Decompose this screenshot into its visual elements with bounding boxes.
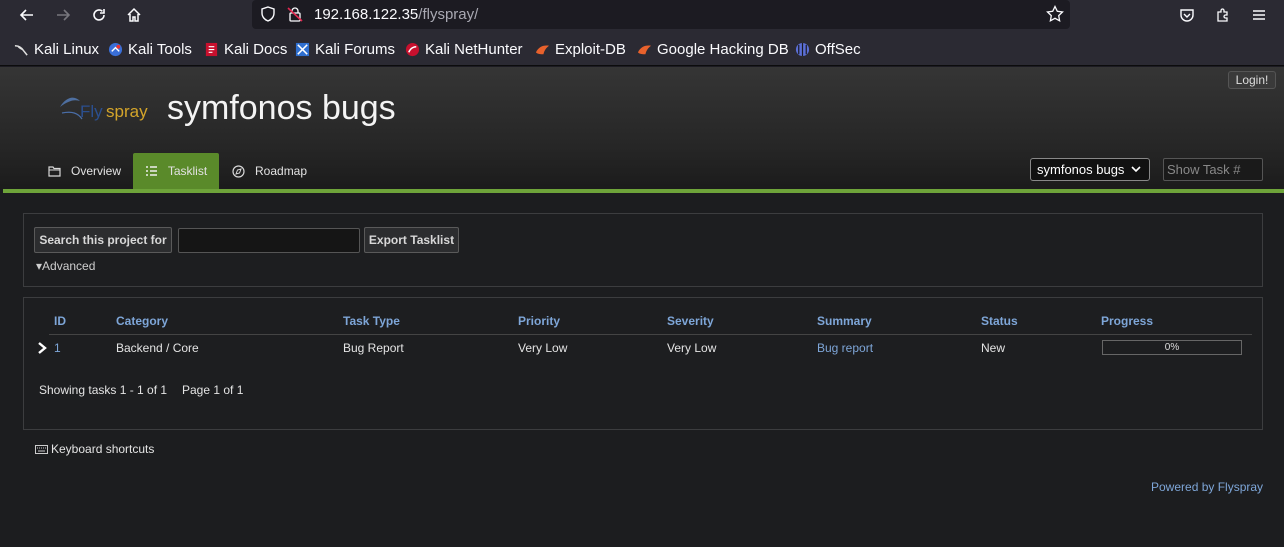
task-summary-link[interactable]: Bug report bbox=[817, 341, 873, 355]
bookmarks-bar: Kali Linux Kali Tools Kali Docs Kali For… bbox=[0, 30, 1284, 66]
task-status: New bbox=[981, 341, 1006, 355]
show-task-input[interactable]: Show Task # bbox=[1163, 158, 1263, 181]
offsec-icon bbox=[795, 42, 810, 56]
menu-button[interactable] bbox=[1248, 4, 1270, 26]
home-button[interactable] bbox=[122, 3, 146, 27]
tab-label: Tasklist bbox=[167, 164, 208, 178]
bookmark-exploit-db[interactable]: Exploit-DB bbox=[535, 40, 626, 58]
url-host: 192.168.122.35 bbox=[314, 6, 419, 23]
bookmark-google-hacking-db[interactable]: Google Hacking DB bbox=[637, 40, 789, 58]
puzzle-icon bbox=[1217, 8, 1228, 22]
column-header-progress[interactable]: Progress bbox=[1101, 314, 1153, 328]
pocket-button[interactable] bbox=[1176, 4, 1198, 26]
kali-nethunter-icon bbox=[405, 42, 420, 56]
expand-row-icon[interactable] bbox=[36, 342, 48, 354]
tab-overview[interactable]: Overview bbox=[48, 153, 121, 189]
bookmark-label: Kali Tools bbox=[128, 40, 192, 58]
task-priority: Very Low bbox=[518, 341, 568, 355]
svg-text:spray: spray bbox=[106, 102, 148, 121]
bookmark-kali-tools[interactable]: Kali Tools bbox=[108, 40, 192, 58]
url-path: /flyspray/ bbox=[418, 6, 479, 23]
kali-tools-icon bbox=[108, 42, 123, 56]
flyspray-logo[interactable]: Fly spray bbox=[58, 89, 150, 129]
showing-tasks-text: Showing tasks 1 - 1 of 1 bbox=[39, 383, 168, 397]
shield-icon[interactable] bbox=[260, 6, 276, 22]
kali-dragon-icon bbox=[14, 44, 28, 56]
task-id-link[interactable]: 1 bbox=[54, 341, 61, 355]
bookmark-label: Exploit-DB bbox=[555, 40, 626, 58]
bookmark-label: OffSec bbox=[815, 40, 861, 58]
reload-icon bbox=[93, 9, 105, 21]
header-divider bbox=[49, 334, 1252, 335]
export-tasklist-button[interactable]: Export Tasklist bbox=[364, 227, 459, 253]
column-header-status[interactable]: Status bbox=[981, 314, 1018, 328]
menu-underline bbox=[3, 189, 1284, 193]
bookmark-kali-docs[interactable]: Kali Docs bbox=[204, 40, 287, 58]
svg-text:Fly: Fly bbox=[80, 102, 103, 121]
address-bar[interactable]: 192.168.122.35/flyspray/ bbox=[252, 0, 1070, 29]
bookmark-offsec[interactable]: OffSec bbox=[795, 40, 861, 58]
search-panel: Search this project for Export Tasklist … bbox=[23, 213, 1263, 287]
exploit-db-icon bbox=[535, 45, 550, 54]
advanced-toggle[interactable]: ▾Advanced bbox=[36, 259, 95, 273]
kali-forums-icon bbox=[295, 42, 310, 56]
bookmark-kali-forums[interactable]: Kali Forums bbox=[295, 40, 395, 58]
bookmark-label: Kali Docs bbox=[224, 40, 288, 58]
login-button[interactable]: Login! bbox=[1228, 71, 1276, 89]
bookmark-label: Kali Linux bbox=[34, 40, 100, 58]
hamburger-menu-icon bbox=[1253, 10, 1265, 20]
powered-by-link[interactable]: Powered by Flyspray bbox=[1151, 480, 1263, 494]
folder-icon bbox=[48, 166, 61, 177]
forward-button[interactable] bbox=[51, 3, 75, 27]
kali-docs-icon bbox=[205, 42, 218, 56]
pocket-icon bbox=[1180, 9, 1194, 22]
tab-roadmap[interactable]: Roadmap bbox=[232, 153, 307, 189]
task-progress-bar: 0% bbox=[1102, 340, 1242, 355]
browser-toolbar: 192.168.122.35/flyspray/ bbox=[0, 0, 1284, 30]
arrow-left-icon bbox=[19, 9, 33, 21]
column-header-category[interactable]: Category bbox=[116, 314, 168, 328]
tab-label: Roadmap bbox=[255, 164, 308, 178]
url-text[interactable]: 192.168.122.35/flyspray/ bbox=[314, 6, 478, 23]
chevron-down-icon bbox=[1131, 166, 1141, 173]
list-icon bbox=[145, 166, 157, 176]
column-header-id[interactable]: ID bbox=[54, 314, 66, 328]
project-title: symfonos bugs bbox=[167, 89, 396, 127]
page-content: Login! Fly spray symfonos bugs Overview … bbox=[0, 67, 1284, 547]
ghdb-icon bbox=[637, 45, 652, 54]
task-type: Bug Report bbox=[343, 341, 404, 355]
column-header-summary[interactable]: Summary bbox=[817, 314, 872, 328]
progress-text: 0% bbox=[1164, 342, 1180, 353]
insecure-lock-icon[interactable] bbox=[287, 6, 303, 22]
bookmark-kali-linux[interactable]: Kali Linux bbox=[14, 40, 99, 58]
bookmark-kali-nethunter[interactable]: Kali NetHunter bbox=[405, 40, 523, 58]
search-button[interactable]: Search this project for bbox=[34, 227, 172, 253]
back-button[interactable] bbox=[15, 3, 39, 27]
keyboard-icon bbox=[35, 444, 48, 454]
bookmark-star-icon[interactable] bbox=[1046, 5, 1064, 23]
tab-label: Overview bbox=[71, 164, 122, 178]
compass-icon bbox=[232, 164, 245, 178]
home-icon bbox=[127, 7, 141, 22]
shortcuts-label: Keyboard shortcuts bbox=[51, 442, 155, 456]
bookmark-label: Kali Forums bbox=[315, 40, 396, 58]
reload-button[interactable] bbox=[87, 3, 111, 27]
bookmark-label: Google Hacking DB bbox=[657, 40, 789, 58]
column-header-priority[interactable]: Priority bbox=[518, 314, 560, 328]
column-header-severity[interactable]: Severity bbox=[667, 314, 714, 328]
search-input[interactable] bbox=[178, 228, 360, 253]
tab-tasklist[interactable]: Tasklist bbox=[133, 153, 219, 189]
task-category: Backend / Core bbox=[116, 341, 199, 355]
column-header-task-type[interactable]: Task Type bbox=[343, 314, 400, 328]
arrow-right-icon bbox=[57, 9, 71, 21]
project-select-value: symfonos bugs bbox=[1037, 162, 1125, 177]
extensions-button[interactable] bbox=[1212, 4, 1234, 26]
task-severity: Very Low bbox=[667, 341, 717, 355]
bookmark-label: Kali NetHunter bbox=[425, 40, 523, 58]
page-indicator: Page 1 of 1 bbox=[182, 383, 244, 397]
keyboard-shortcuts-link[interactable]: Keyboard shortcuts bbox=[35, 442, 154, 456]
tasklist-panel: ID Category Task Type Priority Severity … bbox=[23, 297, 1263, 430]
project-select[interactable]: symfonos bugs bbox=[1030, 158, 1150, 181]
